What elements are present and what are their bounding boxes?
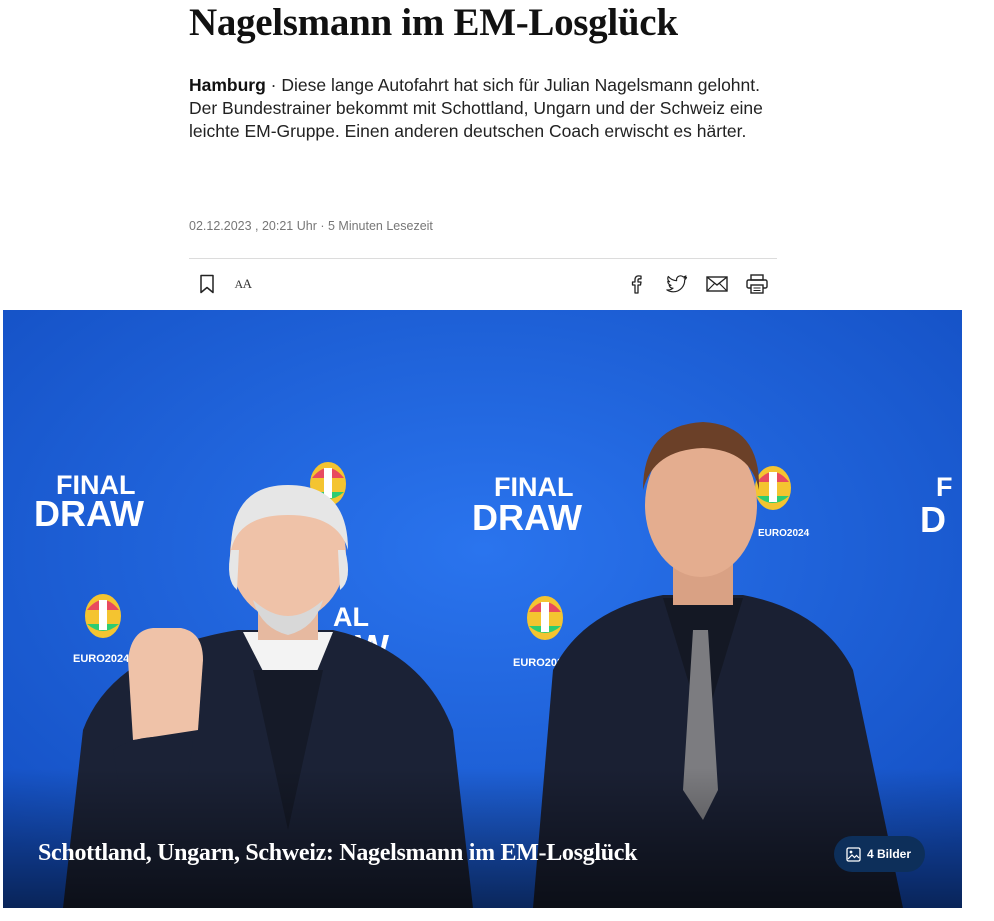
divider [189,258,777,259]
article-headline: Nagelsmann im EM-Losglück [189,1,678,44]
bookmark-icon [200,274,214,294]
print-button[interactable] [743,270,771,298]
share-mail-button[interactable] [703,270,731,298]
facebook-icon [631,275,642,294]
text-size-big: A [242,276,252,291]
hero-caption: Schottland, Ungarn, Schweiz: Nagelsmann … [38,840,638,866]
article-toolbar: AA [189,266,777,302]
backdrop-draw-left: DRAW [34,493,144,534]
backdrop-draw-right: D [920,499,946,540]
share-facebook-button[interactable] [622,270,650,298]
text-size-icon: AA [234,276,252,292]
text-size-button[interactable]: AA [229,270,257,298]
svg-text:EURO2024: EURO2024 [73,653,130,665]
twitter-icon [666,275,688,293]
bookmark-button[interactable] [193,270,221,298]
print-icon [746,274,768,294]
gallery-icon [846,846,861,862]
gallery-count: 4 Bilder [867,847,912,861]
article-meta: 02.12.2023 , 20:21 Uhr · 5 Minuten Lesez… [189,219,433,233]
article-dateline: Hamburg [189,75,266,95]
article-lead: Hamburg · Diese lange Autofahrt hat sich… [189,74,769,143]
gallery-button[interactable]: 4 Bilder [834,836,926,872]
dateline-separator: · [265,75,282,95]
backdrop-final-right: F [936,472,953,502]
svg-text:EURO2024: EURO2024 [758,528,810,539]
hero-image[interactable]: FINAL DRAW FINAL DRAW F D AL AW EURO2024 [3,310,962,908]
share-twitter-button[interactable] [663,270,691,298]
mail-icon [706,276,728,292]
backdrop-draw-center: DRAW [472,497,582,538]
caption-gradient [3,768,962,908]
text-size-small: A [234,277,243,291]
